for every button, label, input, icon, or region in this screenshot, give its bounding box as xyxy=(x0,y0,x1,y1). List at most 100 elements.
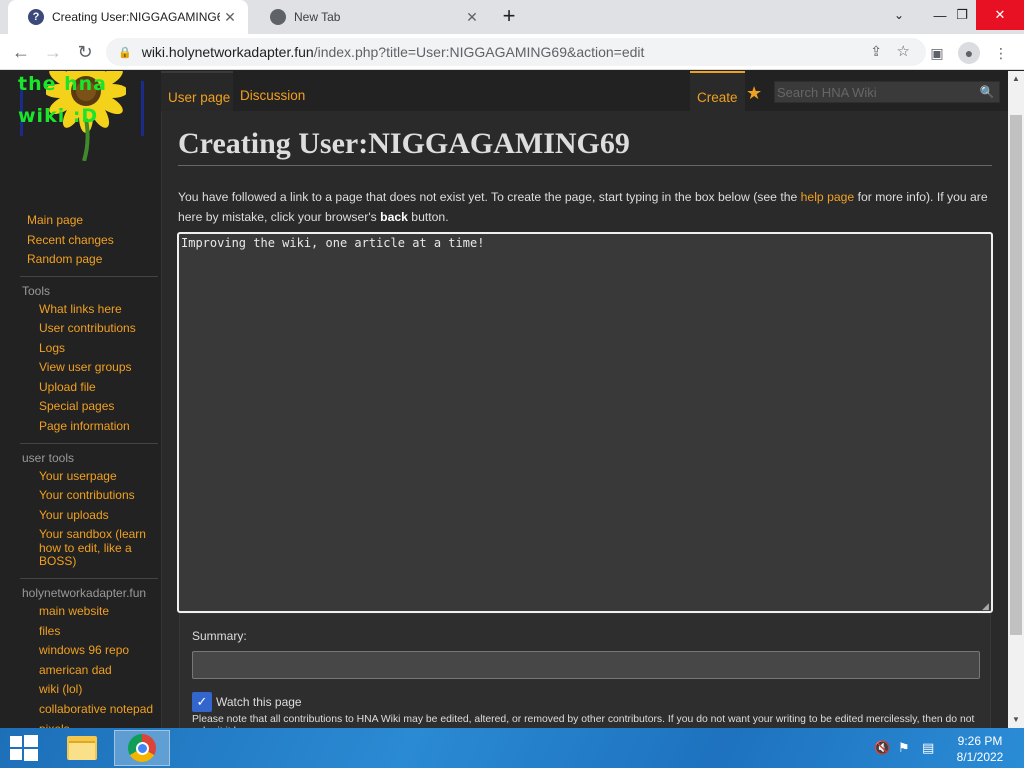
copyright-notice: Please note that all contributions to HN… xyxy=(192,714,975,728)
sidebar-link-page-information[interactable]: Page information xyxy=(39,417,160,437)
watch-checkbox-row: ✓ Watch this page xyxy=(192,692,302,712)
sidebar-link-pixels[interactable]: pixels xyxy=(39,720,160,729)
back-arrow-icon[interactable]: ← xyxy=(8,40,34,64)
wiki-favicon-icon: ? xyxy=(28,9,44,25)
sidebar-link-logs[interactable]: Logs xyxy=(39,339,160,359)
forward-arrow-icon[interactable]: → xyxy=(40,40,66,64)
sidebar-link-main-page[interactable]: Main page xyxy=(20,211,160,231)
watch-label[interactable]: Watch this page xyxy=(216,695,302,709)
sidebar-link-your-uploads[interactable]: Your uploads xyxy=(39,506,160,526)
sidebar-link-special-pages[interactable]: Special pages xyxy=(39,397,160,417)
scrollbar-thumb[interactable] xyxy=(1010,115,1022,635)
sidebar-link-your-contributions[interactable]: Your contributions xyxy=(39,486,160,506)
close-tab-icon[interactable]: ✕ xyxy=(462,9,482,26)
summary-label: Summary: xyxy=(192,629,247,643)
windows-start-icon[interactable] xyxy=(8,734,40,762)
tab-title: Creating User:NIGGAGAMING69 xyxy=(52,10,220,24)
sidebar-link-random-page[interactable]: Random page xyxy=(20,250,160,270)
side-panel-icon[interactable]: ▣ xyxy=(926,42,948,64)
taskbar-clock[interactable]: 9:26 PM 8/1/2022 xyxy=(948,733,1012,765)
close-window-button[interactable]: ✕ xyxy=(976,0,1024,30)
sidebar-link-windows-96-repo[interactable]: windows 96 repo xyxy=(39,641,160,661)
bookmark-star-icon[interactable]: ☆ xyxy=(897,42,910,60)
network-error-icon[interactable]: ⚑ xyxy=(898,740,910,756)
search-input[interactable] xyxy=(775,82,971,102)
wiki-logo[interactable]: the hna wiki :D xyxy=(16,71,146,161)
browser-tab-active[interactable]: ? Creating User:NIGGAGAMING69 ✕ xyxy=(8,0,248,34)
sidebar-divider xyxy=(20,442,158,444)
tab-user-page[interactable]: User page xyxy=(161,71,238,111)
menu-kebab-icon[interactable]: ⋮ xyxy=(990,42,1012,64)
scroll-down-arrow-icon[interactable]: ▼ xyxy=(1008,712,1024,728)
sidebar-link-view-user-groups[interactable]: View user groups xyxy=(39,358,160,378)
tools-heading: Tools xyxy=(22,283,51,298)
search-box: 🔍 xyxy=(774,81,1000,103)
tab-create[interactable]: Create xyxy=(690,71,745,111)
web-page: the hna wiki :D Main page Recent changes… xyxy=(0,71,1008,728)
clock-date: 8/1/2022 xyxy=(956,750,1004,764)
sidebar-link-what-links-here[interactable]: What links here xyxy=(39,300,160,320)
sidebar-link-your-userpage[interactable]: Your userpage xyxy=(39,467,160,487)
resize-handle-icon[interactable]: ◢ xyxy=(982,601,992,611)
browser-tab-strip: ? Creating User:NIGGAGAMING69 ✕ New Tab … xyxy=(0,0,1024,34)
close-tab-icon[interactable]: ✕ xyxy=(220,9,240,26)
windows-taskbar: 🔇 ⚑ ▤ 9:26 PM 8/1/2022 xyxy=(0,728,1024,768)
intro-part1: You have followed a link to a page that … xyxy=(178,190,801,204)
browser-toolbar: ← → ↻ 🔒 wiki.holynetworkadapter.fun/inde… xyxy=(0,34,1024,70)
sidebar-link-american-dad[interactable]: american dad xyxy=(39,661,160,681)
intro-text: You have followed a link to a page that … xyxy=(178,187,996,227)
volume-muted-icon[interactable]: 🔇 xyxy=(874,740,890,756)
tab-search-icon[interactable]: ⌄ xyxy=(888,8,910,26)
sidebar-link-user-contributions[interactable]: User contributions xyxy=(39,319,160,339)
user-tools-portlet: Your userpage Your contributions Your up… xyxy=(39,467,160,572)
sidebar-link-upload-file[interactable]: Upload file xyxy=(39,378,160,398)
help-page-link[interactable]: help page xyxy=(801,190,855,204)
sidebar: Main page Recent changes Random page Too… xyxy=(0,211,160,728)
logo-text-line1: the hna xyxy=(18,73,107,95)
page-scrollbar[interactable]: ▲ ▼ xyxy=(1008,71,1024,728)
sidebar-link-wiki-lol[interactable]: wiki (lol) xyxy=(39,680,160,700)
page-title: Creating User:NIGGAGAMING69 xyxy=(178,127,992,166)
hna-portlet: main website files windows 96 repo ameri… xyxy=(39,602,160,728)
lock-icon: 🔒 xyxy=(118,46,132,59)
tab-title: New Tab xyxy=(294,10,341,24)
profile-avatar-icon[interactable]: ● xyxy=(958,42,980,64)
intro-back-word: back xyxy=(380,210,408,224)
intro-part3: button. xyxy=(407,210,449,224)
tab-discussion[interactable]: Discussion xyxy=(233,71,313,111)
sidebar-link-collaborative-notepad[interactable]: collaborative notepad xyxy=(39,700,160,720)
url-host: wiki.holynetworkadapter.fun xyxy=(141,44,314,60)
user-tools-heading: user tools xyxy=(22,450,75,465)
search-icon[interactable]: 🔍 xyxy=(975,82,999,102)
summary-input[interactable] xyxy=(192,651,980,679)
sidebar-link-main-website[interactable]: main website xyxy=(39,602,160,622)
chrome-taskbar-button[interactable] xyxy=(114,730,170,766)
sidebar-link-files[interactable]: files xyxy=(39,622,160,642)
sidebar-divider xyxy=(20,577,158,579)
wikitext-editor[interactable]: Improving the wiki, one article at a tim… xyxy=(177,232,993,613)
watch-checkbox[interactable]: ✓ xyxy=(192,692,212,712)
tools-portlet: What links here User contributions Logs … xyxy=(39,300,160,437)
display-icon[interactable]: ▤ xyxy=(922,740,934,756)
watch-star-icon[interactable]: ★ xyxy=(746,83,762,104)
share-icon[interactable]: ⇪ xyxy=(870,43,882,60)
folder-icon xyxy=(67,736,97,760)
address-bar[interactable]: 🔒 wiki.holynetworkadapter.fun/index.php?… xyxy=(106,38,926,66)
sidebar-link-recent-changes[interactable]: Recent changes xyxy=(20,231,160,251)
chrome-favicon-icon xyxy=(270,9,286,25)
logo-text-line2: wiki :D xyxy=(18,105,99,127)
sidebar-link-your-sandbox[interactable]: Your sandbox (learn how to edit, like a … xyxy=(39,525,151,572)
clock-time: 9:26 PM xyxy=(957,734,1003,748)
hna-heading: holynetworkadapter.fun xyxy=(22,585,147,600)
page-tabs: User page Discussion Create ★ 🔍 xyxy=(161,71,1008,111)
edit-options: Summary: ✓ Watch this page Please note t… xyxy=(179,613,991,728)
chrome-icon xyxy=(128,734,156,762)
url-path: /index.php?title=User:NIGGAGAMING69&acti… xyxy=(313,44,645,60)
new-tab-button[interactable]: + xyxy=(496,5,522,29)
content-area: Creating User:NIGGAGAMING69 You have fol… xyxy=(161,111,1008,728)
browser-tab-new[interactable]: New Tab ✕ xyxy=(250,0,490,34)
file-explorer-taskbar-button[interactable] xyxy=(54,730,110,766)
sidebar-divider xyxy=(20,275,158,277)
scroll-up-arrow-icon[interactable]: ▲ xyxy=(1008,71,1024,87)
reload-icon[interactable]: ↻ xyxy=(72,40,98,64)
